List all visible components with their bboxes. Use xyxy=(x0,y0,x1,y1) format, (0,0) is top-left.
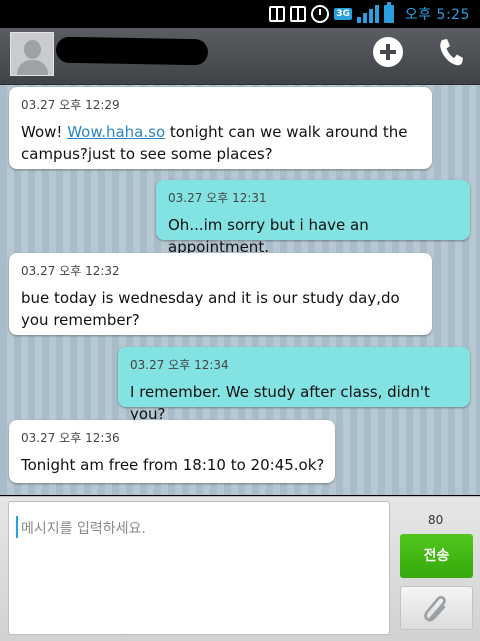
character-counter: 80 xyxy=(428,513,444,527)
message-timestamp: 03.27 오후 12:31 xyxy=(168,191,267,205)
phone-icon[interactable] xyxy=(436,36,466,68)
message-bubble-incoming[interactable]: 03.27 오후 12:29 Wow! Wow.haha.so tonight … xyxy=(9,87,432,169)
message-input[interactable]: 메시지를 입력하세요. xyxy=(8,501,390,635)
add-plus-icon[interactable] xyxy=(373,37,403,67)
message-text: Oh...im sorry but i have an appointment. xyxy=(168,216,369,256)
message-bubble-outgoing[interactable]: 03.27 오후 12:34 I remember. We study afte… xyxy=(118,347,470,423)
status-bar: 3G 오후 5:25 xyxy=(0,0,480,28)
alarm-icon xyxy=(311,5,330,23)
message-text: Wow! Wow.haha.so tonight can we walk aro… xyxy=(21,123,408,163)
signal-strength-icon xyxy=(356,5,379,23)
message-timestamp: 03.27 오후 12:32 xyxy=(21,264,120,278)
message-composer: 메시지를 입력하세요. 80 전송 xyxy=(0,496,480,641)
battery-icon xyxy=(383,2,394,23)
message-text: bue today is wednesday and it is our stu… xyxy=(21,289,400,329)
message-timestamp: 03.27 오후 12:29 xyxy=(21,98,120,112)
message-link[interactable]: Wow.haha.so xyxy=(67,123,165,141)
network-type-icon: 3G xyxy=(334,8,352,20)
contact-avatar[interactable] xyxy=(10,32,54,76)
message-input-placeholder: 메시지를 입력하세요. xyxy=(21,521,146,537)
text-cursor xyxy=(16,516,18,538)
attach-button[interactable] xyxy=(400,586,473,630)
message-text: Tonight am free from 18:10 to 20:45.ok? xyxy=(21,456,325,474)
message-list[interactable]: 03.27 오후 12:29 Wow! Wow.haha.so tonight … xyxy=(0,85,480,495)
message-bubble-incoming[interactable]: 03.27 오후 12:32 bue today is wednesday an… xyxy=(9,253,432,335)
contact-name-redacted xyxy=(55,36,209,66)
conversation-header xyxy=(0,28,480,85)
status-icons: 3G 오후 5:25 xyxy=(269,2,470,25)
message-text: I remember. We study after class, didn't… xyxy=(130,383,430,423)
usb-icon xyxy=(290,6,307,22)
message-timestamp: 03.27 오후 12:36 xyxy=(21,431,120,445)
message-bubble-outgoing[interactable]: 03.27 오후 12:31 Oh...im sorry but i have … xyxy=(156,180,470,256)
status-time: 오후 5:25 xyxy=(404,7,470,23)
dual-screen-icon xyxy=(269,6,286,22)
message-bubble-incoming[interactable]: 03.27 오후 12:36 Tonight am free from 18:1… xyxy=(9,420,335,483)
send-button[interactable]: 전송 xyxy=(400,534,473,578)
message-timestamp: 03.27 오후 12:34 xyxy=(130,358,229,372)
paperclip-icon xyxy=(424,596,446,622)
